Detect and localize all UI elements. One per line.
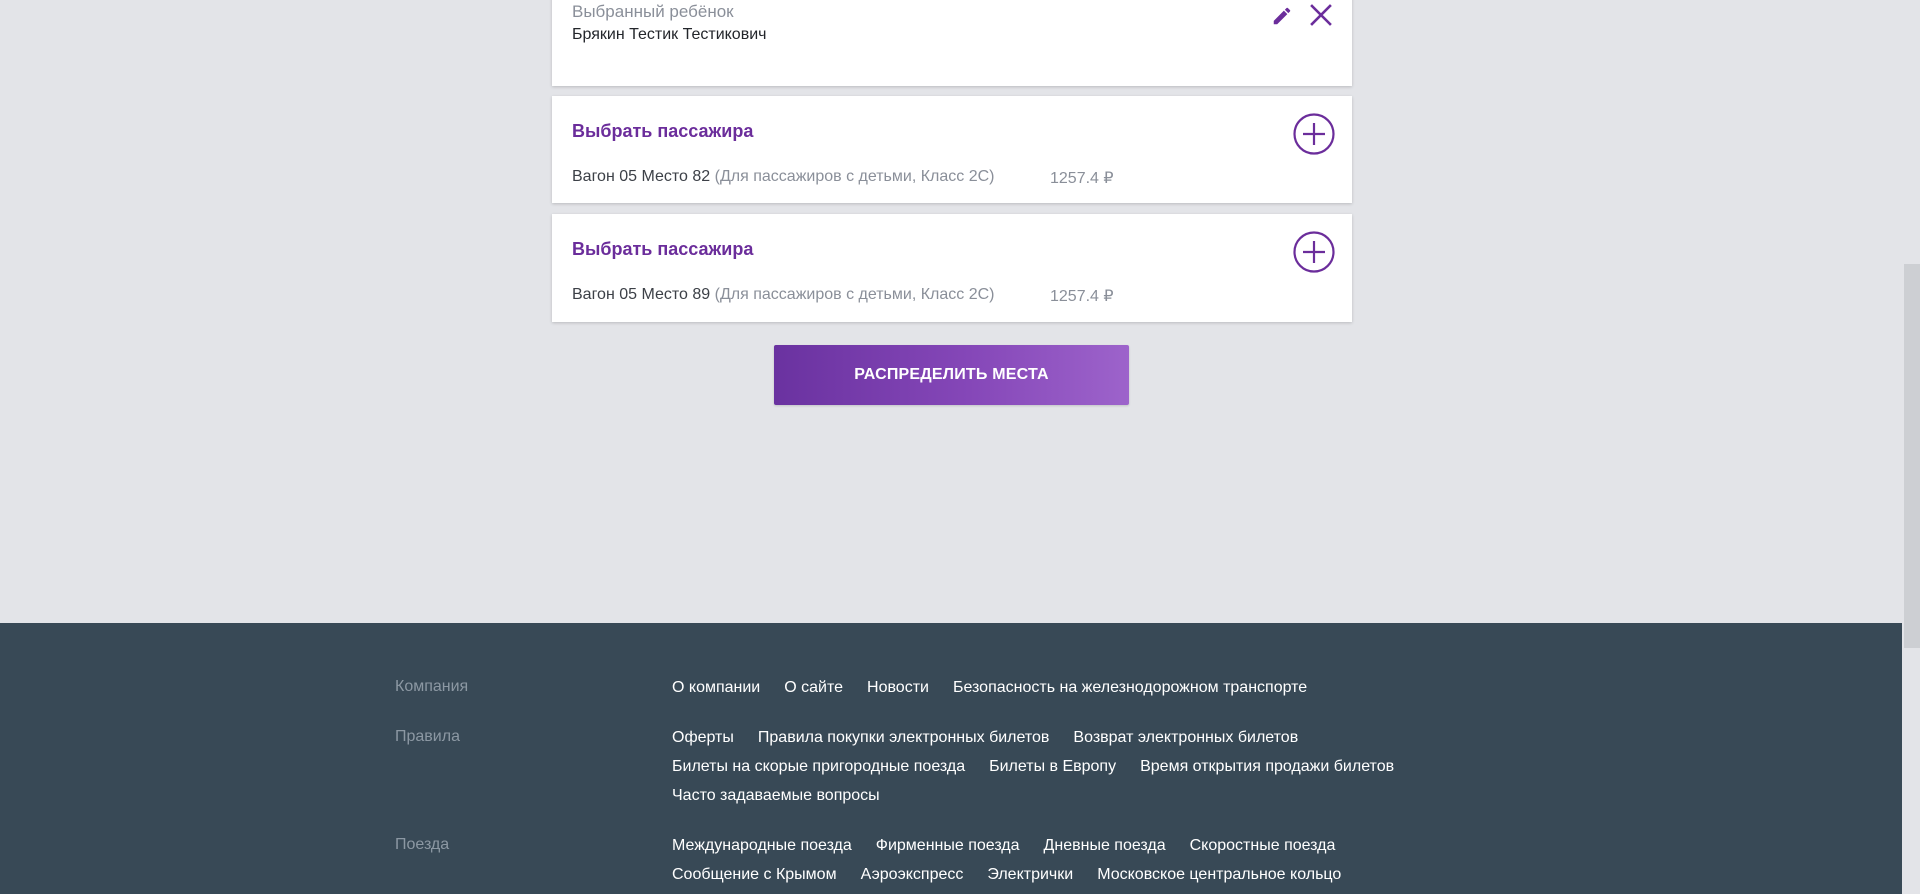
footer-link-crimea[interactable]: Сообщение с Крымом <box>672 865 837 884</box>
footer-links: Международные поезда Фирменные поезда Дн… <box>672 836 1452 884</box>
passenger-seat-card: Выбрать пассажира Вагон 05 Место 89 (Для… <box>552 214 1352 322</box>
seat-info: Вагон 05 Место 89 (Для пассажиров с деть… <box>572 286 995 304</box>
footer-link-europe-tickets[interactable]: Билеты в Европу <box>989 757 1116 776</box>
seat-number: Вагон 05 Место 82 <box>572 168 711 185</box>
pencil-icon <box>1273 7 1291 25</box>
footer-heading: Правила <box>395 728 460 745</box>
footer-links: Оферты Правила покупки электронных билет… <box>672 728 1452 805</box>
plus-circle-icon <box>1293 113 1335 155</box>
footer: Компания О компании О сайте Новости Безо… <box>0 623 1902 894</box>
plus-circle-icon <box>1293 231 1335 273</box>
seat-price: 1257.4 ₽ <box>1050 170 1114 187</box>
select-passenger-link[interactable]: Выбрать пассажира <box>572 239 753 260</box>
footer-heading: Поезда <box>395 836 450 853</box>
footer-link-high-speed-trains[interactable]: Скоростные поезда <box>1190 836 1336 855</box>
seat-details: (Для пассажиров с детьми, Класс 2С) <box>714 168 995 185</box>
edit-child-button[interactable] <box>1268 2 1296 30</box>
main-content: Выбранный ребёнок Брякин Тестик Тестиков… <box>0 0 1920 623</box>
footer-link-sale-opening-time[interactable]: Время открытия продажи билетов <box>1140 757 1394 776</box>
selected-child-card: Выбранный ребёнок Брякин Тестик Тестиков… <box>552 0 1352 86</box>
scrollbar-thumb[interactable] <box>1904 264 1920 648</box>
footer-link-express-suburban[interactable]: Билеты на скорые пригородные поезда <box>672 757 965 776</box>
selected-child-label: Выбранный ребёнок <box>572 2 734 21</box>
footer-link-ticket-refund[interactable]: Возврат электронных билетов <box>1073 728 1298 747</box>
selected-child-name: Брякин Тестик Тестикович <box>572 26 767 43</box>
footer-link-aeroexpress[interactable]: Аэроэкспресс <box>861 865 964 884</box>
passenger-seat-card: Выбрать пассажира Вагон 05 Место 82 (Для… <box>552 96 1352 203</box>
footer-link-offers[interactable]: Оферты <box>672 728 734 747</box>
footer-link-day-trains[interactable]: Дневные поезда <box>1044 836 1166 855</box>
footer-link-mcc[interactable]: Московское центральное кольцо <box>1097 865 1341 884</box>
footer-link-about-site[interactable]: О сайте <box>784 678 843 697</box>
select-passenger-link[interactable]: Выбрать пассажира <box>572 121 753 142</box>
close-icon <box>1310 4 1332 26</box>
footer-link-faq[interactable]: Часто задаваемые вопросы <box>672 786 880 805</box>
footer-heading: Компания <box>395 678 469 695</box>
footer-link-elektrichki[interactable]: Электрички <box>987 865 1073 884</box>
seat-number: Вагон 05 Место 89 <box>572 286 711 303</box>
footer-link-railway-safety[interactable]: Безопасность на железнодорожном транспор… <box>953 678 1307 697</box>
seat-price: 1257.4 ₽ <box>1050 288 1114 305</box>
seat-info: Вагон 05 Место 82 (Для пассажиров с деть… <box>572 168 995 186</box>
add-passenger-button[interactable] <box>1292 112 1336 156</box>
distribute-seats-button[interactable]: РАСПРЕДЕЛИТЬ МЕСТА <box>774 345 1129 405</box>
add-passenger-button[interactable] <box>1292 230 1336 274</box>
remove-child-button[interactable] <box>1307 1 1335 29</box>
footer-link-international-trains[interactable]: Международные поезда <box>672 836 852 855</box>
footer-links: О компании О сайте Новости Безопасность … <box>672 678 1452 697</box>
footer-link-about-company[interactable]: О компании <box>672 678 760 697</box>
footer-link-branded-trains[interactable]: Фирменные поезда <box>876 836 1020 855</box>
seat-details: (Для пассажиров с детьми, Класс 2С) <box>714 286 995 303</box>
footer-link-news[interactable]: Новости <box>867 678 929 697</box>
footer-link-purchase-rules[interactable]: Правила покупки электронных билетов <box>758 728 1050 747</box>
